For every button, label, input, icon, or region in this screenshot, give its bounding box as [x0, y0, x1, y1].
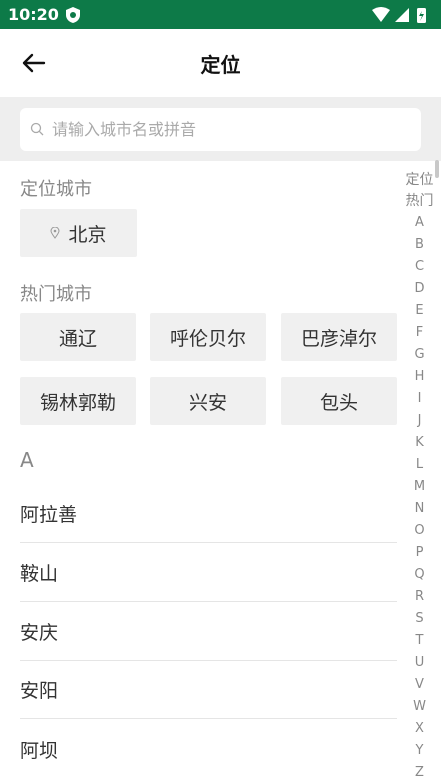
city-list-item[interactable]: 安庆 — [20, 603, 397, 661]
index-item-i[interactable]: I — [398, 388, 441, 410]
index-item-p[interactable]: P — [398, 542, 441, 564]
signal-icon — [395, 8, 409, 22]
search-area — [0, 97, 441, 161]
index-item-q[interactable]: Q — [398, 564, 441, 586]
index-item-l[interactable]: L — [398, 454, 441, 476]
index-item-k[interactable]: K — [398, 432, 441, 454]
index-item-m[interactable]: M — [398, 476, 441, 498]
index-item-located[interactable]: 定位 — [398, 170, 441, 191]
index-item-y[interactable]: Y — [398, 740, 441, 762]
city-list-item[interactable]: 阿拉善 — [20, 485, 397, 543]
index-item-e[interactable]: E — [398, 300, 441, 322]
located-city-chip[interactable]: 北京 — [20, 209, 137, 257]
index-item-s[interactable]: S — [398, 608, 441, 630]
index-item-h[interactable]: H — [398, 366, 441, 388]
status-time: 10:20 — [8, 5, 59, 24]
system-status-icons — [372, 7, 426, 23]
index-item-v[interactable]: V — [398, 674, 441, 696]
index-item-r[interactable]: R — [398, 586, 441, 608]
index-item-d[interactable]: D — [398, 278, 441, 300]
hot-city-chip[interactable]: 通辽 — [20, 313, 136, 361]
location-pin-icon — [50, 227, 60, 239]
index-item-w[interactable]: W — [398, 696, 441, 718]
hot-city-chip[interactable]: 呼伦贝尔 — [150, 313, 266, 361]
status-bar: 10:20 — [0, 0, 441, 29]
index-item-n[interactable]: N — [398, 498, 441, 520]
located-city-name: 北京 — [68, 223, 107, 246]
index-item-b[interactable]: B — [398, 234, 441, 256]
index-item-hot[interactable]: 热门 — [398, 191, 441, 212]
index-item-g[interactable]: G — [398, 344, 441, 366]
city-list-item[interactable]: 阿坝 — [20, 720, 397, 778]
hot-cities-label: 热门城市 — [20, 284, 92, 305]
city-list-item[interactable]: 安阳 — [20, 661, 397, 719]
index-item-x[interactable]: X — [398, 718, 441, 740]
city-list-item[interactable]: 鞍山 — [20, 544, 397, 602]
hot-city-chip[interactable]: 锡林郭勒 — [20, 377, 136, 425]
index-item-o[interactable]: O — [398, 520, 441, 542]
letter-section-header: A — [20, 448, 34, 472]
wifi-icon — [372, 7, 390, 22]
title-bar: 定位 — [0, 29, 441, 97]
shield-icon — [66, 7, 80, 23]
search-icon — [30, 122, 44, 136]
search-input[interactable] — [52, 108, 412, 151]
index-item-c[interactable]: C — [398, 256, 441, 278]
located-city-label: 定位城市 — [20, 179, 92, 200]
index-item-z[interactable]: Z — [398, 762, 441, 784]
alphabet-index[interactable]: 定位 热门 A B C D E F G H I J K L M N O P Q … — [398, 170, 441, 784]
index-item-u[interactable]: U — [398, 652, 441, 674]
index-item-a[interactable]: A — [398, 212, 441, 234]
index-item-t[interactable]: T — [398, 630, 441, 652]
page-title: 定位 — [200, 53, 241, 77]
search-box[interactable] — [20, 108, 421, 151]
hot-city-chip[interactable]: 巴彦淖尔 — [281, 313, 397, 361]
hot-city-chip[interactable]: 兴安 — [150, 377, 266, 425]
index-item-j[interactable]: J — [398, 410, 441, 432]
hot-city-chip[interactable]: 包头 — [281, 377, 397, 425]
index-item-f[interactable]: F — [398, 322, 441, 344]
